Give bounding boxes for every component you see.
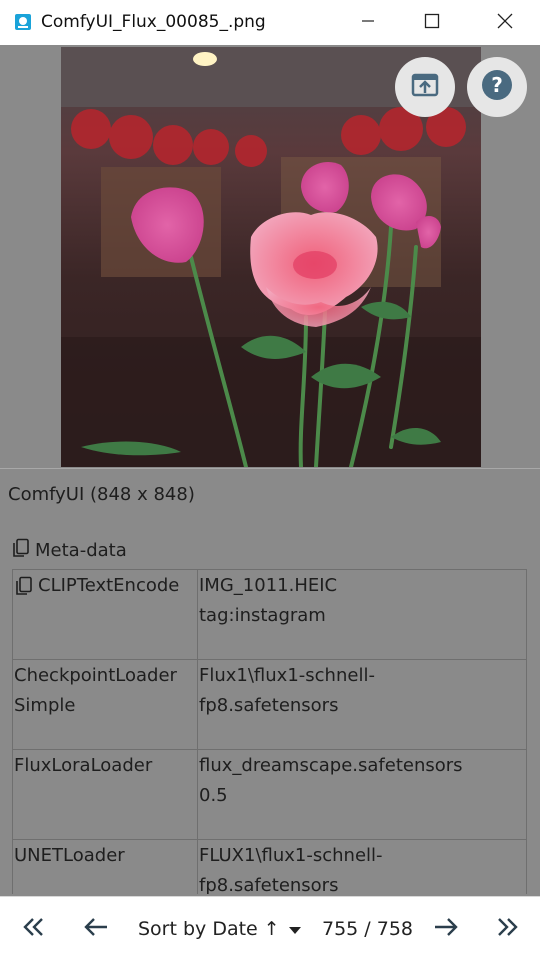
previous-image-button[interactable] — [76, 897, 116, 961]
metadata-value: FLUX1\flux1-schnell- fp8.safetensors — [197, 839, 527, 894]
metadata-key-cell[interactable]: CLIPTextEncode — [12, 569, 198, 660]
table-row: CheckpointLoader Simple Flux1\flux1-schn… — [12, 659, 527, 750]
sort-dropdown[interactable]: Sort by Date ↑ — [138, 897, 302, 961]
double-chevron-left-icon — [22, 917, 46, 941]
next-image-button[interactable] — [426, 897, 466, 961]
double-chevron-right-icon — [495, 917, 519, 941]
metadata-clip: CLIPTextEncode IMG_1011.HEIC tag:instagr… — [0, 0, 540, 894]
metadata-key: CLIPTextEncode — [38, 575, 180, 596]
metadata-key: CheckpointLoader Simple — [12, 659, 198, 750]
arrow-left-icon — [83, 916, 109, 942]
metadata-key: FluxLoraLoader — [12, 749, 198, 840]
image-counter: 755 / 758 — [322, 918, 414, 940]
sort-label: Sort by Date ↑ — [138, 918, 280, 940]
metadata-key: UNETLoader — [12, 839, 198, 894]
metadata-value: IMG_1011.HEIC tag:instagram — [197, 569, 527, 660]
copy-icon[interactable] — [14, 571, 34, 606]
metadata-value: Flux1\flux1-schnell- fp8.safetensors — [197, 659, 527, 750]
table-row: FluxLoraLoader flux_dreamscape.safetenso… — [12, 749, 527, 840]
last-image-button[interactable] — [487, 897, 527, 961]
table-row: UNETLoader FLUX1\flux1-schnell- fp8.safe… — [12, 839, 527, 894]
bottom-nav-bar: Sort by Date ↑ 755 / 758 — [0, 896, 540, 961]
caret-down-icon — [288, 918, 302, 940]
metadata-value: flux_dreamscape.safetensors 0.5 — [197, 749, 527, 840]
metadata-table: CLIPTextEncode IMG_1011.HEIC tag:instagr… — [12, 569, 527, 894]
first-image-button[interactable] — [14, 897, 54, 961]
arrow-right-icon — [433, 916, 459, 942]
table-row: CLIPTextEncode IMG_1011.HEIC tag:instagr… — [12, 569, 527, 660]
